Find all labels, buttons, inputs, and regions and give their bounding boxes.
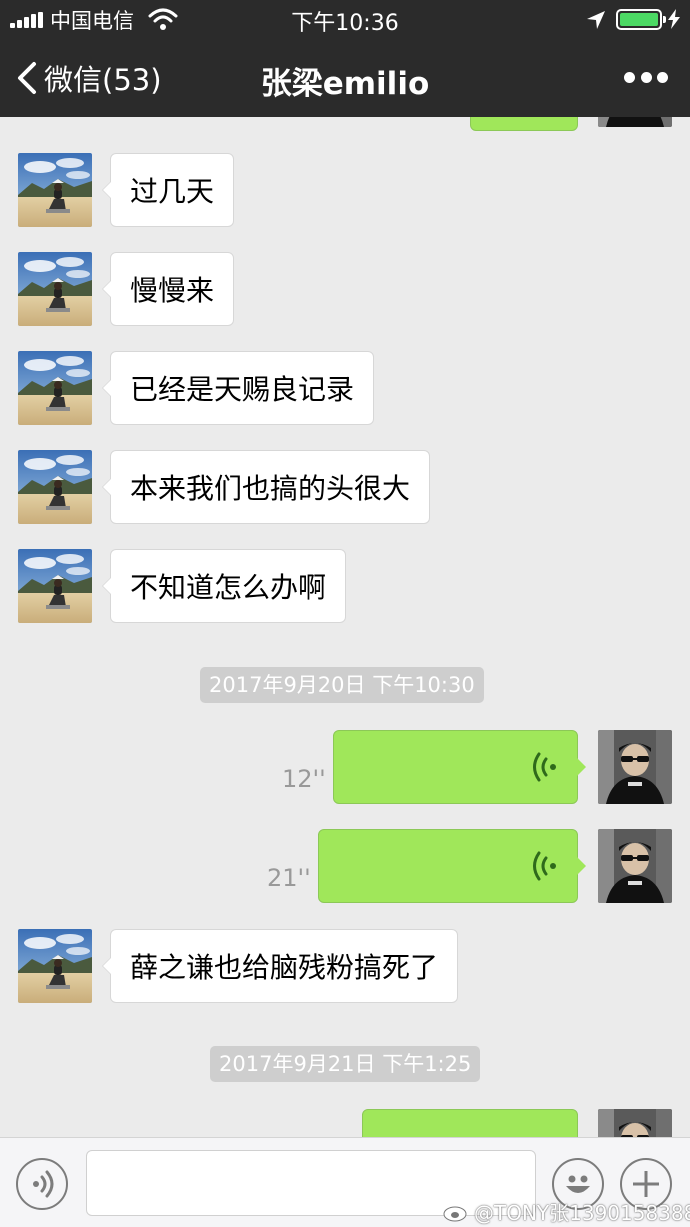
battery-fill [620, 13, 658, 26]
message-bubble[interactable]: 已经是天赐良记录 [101, 351, 375, 425]
watermark: @TONY张13901583888 [443, 1197, 690, 1226]
nav-bar: 微信(53) 张梁emilio [0, 38, 690, 117]
avatar-contact[interactable] [18, 450, 92, 524]
avatar-self[interactable] [598, 1109, 672, 1137]
message-bubble[interactable]: 薛之谦也给脑残粉搞死了 [101, 929, 459, 1003]
voice-duration: 12'' [282, 765, 326, 793]
voice-waves-icon [531, 850, 557, 882]
message-text: 过几天 [130, 175, 215, 208]
avatar-contact[interactable] [18, 351, 92, 425]
more-dots-icon[interactable] [624, 72, 668, 84]
weibo-icon [443, 1202, 470, 1221]
plus-icon [633, 1171, 659, 1197]
avatar-contact[interactable] [18, 929, 92, 1003]
battery-icon [616, 9, 666, 30]
message-text: 不知道怎么办啊 [130, 571, 327, 604]
message-bubble[interactable]: 慢慢来 [101, 252, 235, 326]
timestamp: 2017年9月20日 下午10:30 [200, 667, 484, 703]
message-bubble[interactable]: 本来我们也搞的头很大 [101, 450, 431, 524]
watermark-text: @TONY张13901583888 [474, 1201, 690, 1225]
avatar-self[interactable] [598, 117, 672, 127]
message-text: 本来我们也搞的头很大 [130, 472, 411, 505]
avatar-contact[interactable] [18, 252, 92, 326]
voice-waves-icon [531, 751, 557, 783]
partial-sent-bubble[interactable] [362, 1109, 578, 1137]
voice-duration: 21'' [267, 864, 311, 892]
voice-mode-button[interactable] [16, 1158, 68, 1210]
voice-message-bubble[interactable] [318, 829, 586, 903]
message-text: 慢慢来 [130, 274, 215, 307]
avatar-self[interactable] [598, 829, 672, 903]
message-bubble[interactable]: 不知道怎么办啊 [101, 549, 347, 623]
message-text: 薛之谦也给脑残粉搞死了 [130, 951, 439, 984]
message-text: 已经是天赐良记录 [130, 373, 355, 406]
location-arrow-icon [587, 11, 605, 29]
avatar-self[interactable] [598, 730, 672, 804]
top-bar: 中国电信 下午10:36 微信(53) 张梁emilio [0, 0, 690, 117]
avatar-contact[interactable] [18, 153, 92, 227]
voice-message-bubble[interactable] [333, 730, 586, 804]
timestamp: 2017年9月21日 下午1:25 [210, 1046, 481, 1082]
message-bubble[interactable]: 过几天 [101, 153, 235, 227]
chat-area[interactable]: 过几天 慢慢来 已经是天赐良记录 本来我们也搞的头很大 不知道怎么办啊 2017… [0, 117, 690, 1137]
voice-mode-icon [33, 1170, 54, 1198]
partial-sent-bubble[interactable] [470, 117, 578, 131]
avatar-contact[interactable] [18, 549, 92, 623]
status-bar: 中国电信 下午10:36 [0, 0, 690, 38]
chat-title: 张梁emilio [260, 66, 430, 102]
charging-bolt-icon [668, 9, 680, 29]
